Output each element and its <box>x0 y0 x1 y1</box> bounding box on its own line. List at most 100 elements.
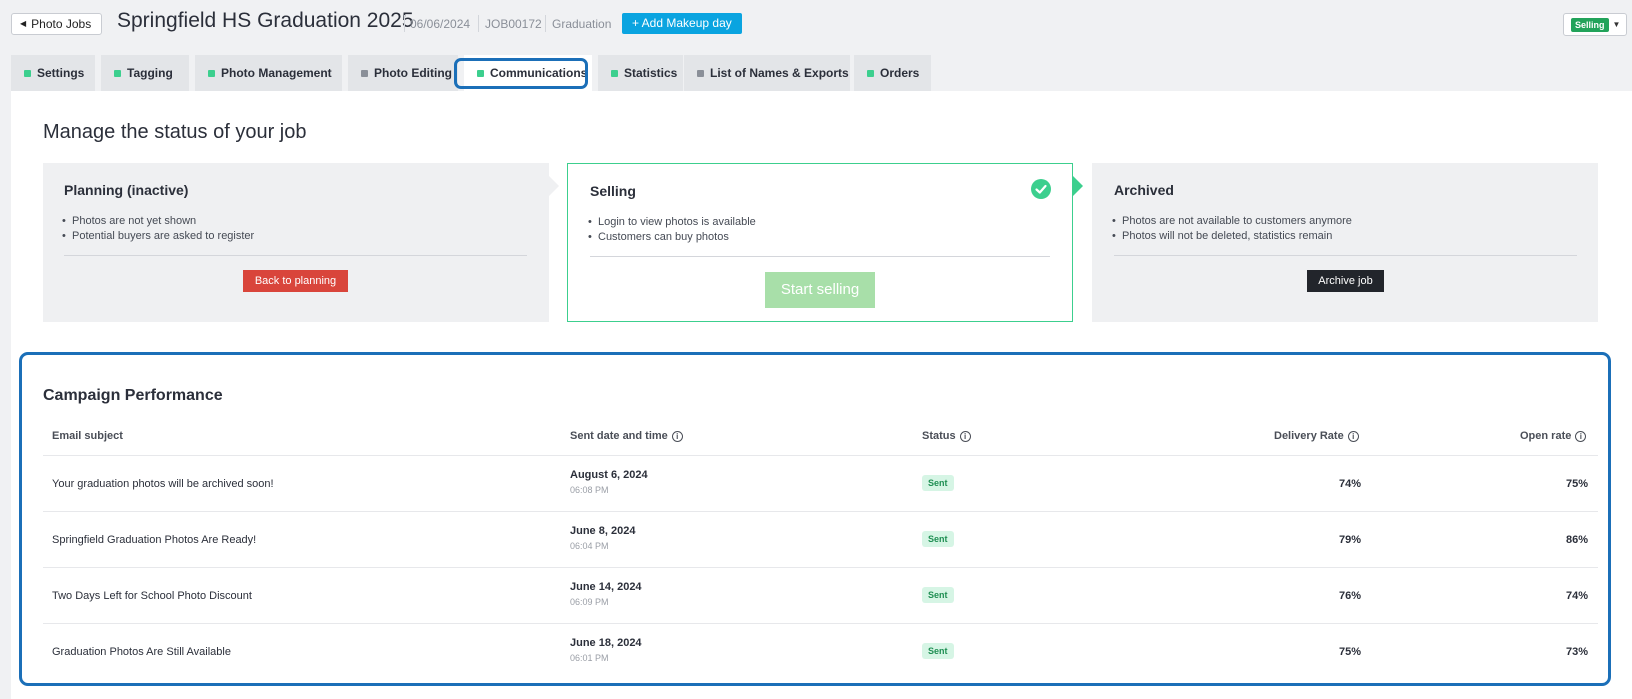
list-item: Potential buyers are asked to register <box>62 229 254 244</box>
selling-bullets: Login to view photos is available Custom… <box>588 215 756 245</box>
tab-photo-editing[interactable]: Photo Editing <box>348 55 458 91</box>
step-arrow-icon <box>1073 176 1083 196</box>
campaign-title: Campaign Performance <box>43 387 223 404</box>
status-dot-icon <box>361 69 368 77</box>
start-selling-button[interactable]: Start selling <box>765 272 875 308</box>
column-header-open[interactable]: Open rate i <box>1520 430 1587 442</box>
status-dot-icon <box>477 69 484 77</box>
planning-bullets: Photos are not yet shown Potential buyer… <box>62 214 254 244</box>
step-arrow-icon <box>549 176 559 196</box>
sent-time: 06:04 PM <box>570 541 609 551</box>
sent-time: 06:08 PM <box>570 485 609 495</box>
job-status-dropdown[interactable]: Selling ▼ <box>1563 13 1627 36</box>
column-label: Email subject <box>52 430 123 442</box>
list-item: Photos are not available to customers an… <box>1112 214 1352 229</box>
chevron-down-icon: ▼ <box>1612 20 1621 29</box>
sent-date: June 8, 2024 <box>570 525 636 537</box>
archive-job-button[interactable]: Archive job <box>1307 270 1384 292</box>
info-icon[interactable]: i <box>1575 430 1587 442</box>
divider <box>590 256 1050 257</box>
sent-time: 06:01 PM <box>570 653 609 663</box>
info-icon[interactable]: i <box>671 430 683 442</box>
delivery-rate: 74% <box>1338 478 1361 490</box>
table-header: Email subject Sent date and time i Statu… <box>43 418 1598 456</box>
tab-label: Statistics <box>624 66 678 80</box>
column-header-status[interactable]: Status i <box>922 430 971 442</box>
add-makeup-day-button[interactable]: + Add Makeup day <box>622 13 742 34</box>
delivery-rate: 75% <box>1338 646 1361 658</box>
column-header-subject[interactable]: Email subject <box>52 430 123 442</box>
open-rate: 73% <box>1565 646 1588 658</box>
sent-date: June 14, 2024 <box>570 581 642 593</box>
table-row[interactable]: Springfield Graduation Photos Are Ready!… <box>43 512 1598 568</box>
info-icon[interactable]: i <box>1347 430 1359 442</box>
divider <box>64 255 527 256</box>
tab-label: Orders <box>880 66 920 80</box>
email-subject: Two Days Left for School Photo Discount <box>52 590 252 602</box>
tab-label: Tagging <box>127 66 173 80</box>
tab-label: Photo Editing <box>374 66 452 80</box>
status-dot-icon <box>867 69 874 77</box>
divider <box>478 15 479 32</box>
sent-time: 06:09 PM <box>570 597 609 607</box>
status-badge: Sent <box>922 475 954 491</box>
tab-label: List of Names & Exports <box>710 66 849 80</box>
column-label: Delivery Rate <box>1274 430 1344 442</box>
column-header-sent[interactable]: Sent date and time i <box>570 430 683 442</box>
column-label: Status <box>922 430 956 442</box>
delivery-rate: 76% <box>1338 590 1361 602</box>
tab-list-of-names-exports[interactable]: List of Names & Exports <box>684 55 850 91</box>
tab-settings[interactable]: Settings <box>11 55 95 91</box>
column-label: Sent date and time <box>570 430 668 442</box>
status-badge: Sent <box>922 531 954 547</box>
job-date: 06/06/2024 <box>410 17 471 31</box>
info-icon[interactable]: i <box>959 430 971 442</box>
column-label: Open rate <box>1520 430 1572 442</box>
tab-communications[interactable]: Communications <box>464 55 592 91</box>
status-dot-icon <box>697 69 704 77</box>
open-rate: 86% <box>1565 534 1588 546</box>
tab-label: Settings <box>37 66 85 80</box>
campaign-table: Email subject Sent date and time i Statu… <box>43 418 1598 680</box>
tab-orders[interactable]: Orders <box>854 55 931 91</box>
job-code: JOB00172 <box>485 17 542 31</box>
check-icon <box>1031 179 1051 199</box>
tab-label: Photo Management <box>221 66 332 80</box>
email-subject: Your graduation photos will be archived … <box>52 478 274 490</box>
sent-date: June 18, 2024 <box>570 637 642 649</box>
column-header-delivery[interactable]: Delivery Rate i <box>1274 430 1359 442</box>
tab-label: Communications <box>490 66 588 80</box>
job-type: Graduation <box>552 17 612 31</box>
divider <box>404 15 405 32</box>
planning-title: Planning (inactive) <box>64 182 189 198</box>
status-badge: Selling <box>1571 17 1609 32</box>
table-row[interactable]: Graduation Photos Are Still Available Ju… <box>43 624 1598 680</box>
table-row[interactable]: Two Days Left for School Photo Discount … <box>43 568 1598 624</box>
archived-title: Archived <box>1114 182 1174 198</box>
delivery-rate: 79% <box>1338 534 1361 546</box>
archived-bullets: Photos are not available to customers an… <box>1112 214 1352 244</box>
list-item: Photos will not be deleted, statistics r… <box>1112 229 1352 244</box>
sent-date: August 6, 2024 <box>570 469 648 481</box>
tab-statistics[interactable]: Statistics <box>598 55 683 91</box>
status-dot-icon <box>114 69 121 77</box>
open-rate: 74% <box>1565 590 1588 602</box>
tab-tagging[interactable]: Tagging <box>101 55 189 91</box>
back-to-photo-jobs-button[interactable]: ◀ Photo Jobs <box>11 13 103 35</box>
status-badge: Sent <box>922 643 954 659</box>
email-subject: Springfield Graduation Photos Are Ready! <box>52 534 257 546</box>
section-title: Manage the status of your job <box>43 121 307 143</box>
table-row[interactable]: Your graduation photos will be archived … <box>43 456 1598 512</box>
divider <box>545 15 546 32</box>
top-bar: ◀ Photo Jobs Springfield HS Graduation 2… <box>0 0 1632 48</box>
status-dot-icon <box>208 69 215 77</box>
status-dot-icon <box>24 69 31 77</box>
open-rate: 75% <box>1565 478 1588 490</box>
caret-left-icon: ◀ <box>20 19 27 28</box>
back-to-planning-button[interactable]: Back to planning <box>243 270 348 292</box>
archived-card: Archived Photos are not available to cus… <box>1092 163 1598 322</box>
tab-photo-management[interactable]: Photo Management <box>195 55 342 91</box>
divider <box>1114 255 1577 256</box>
selling-title: Selling <box>590 183 636 199</box>
list-item: Login to view photos is available <box>588 215 756 230</box>
